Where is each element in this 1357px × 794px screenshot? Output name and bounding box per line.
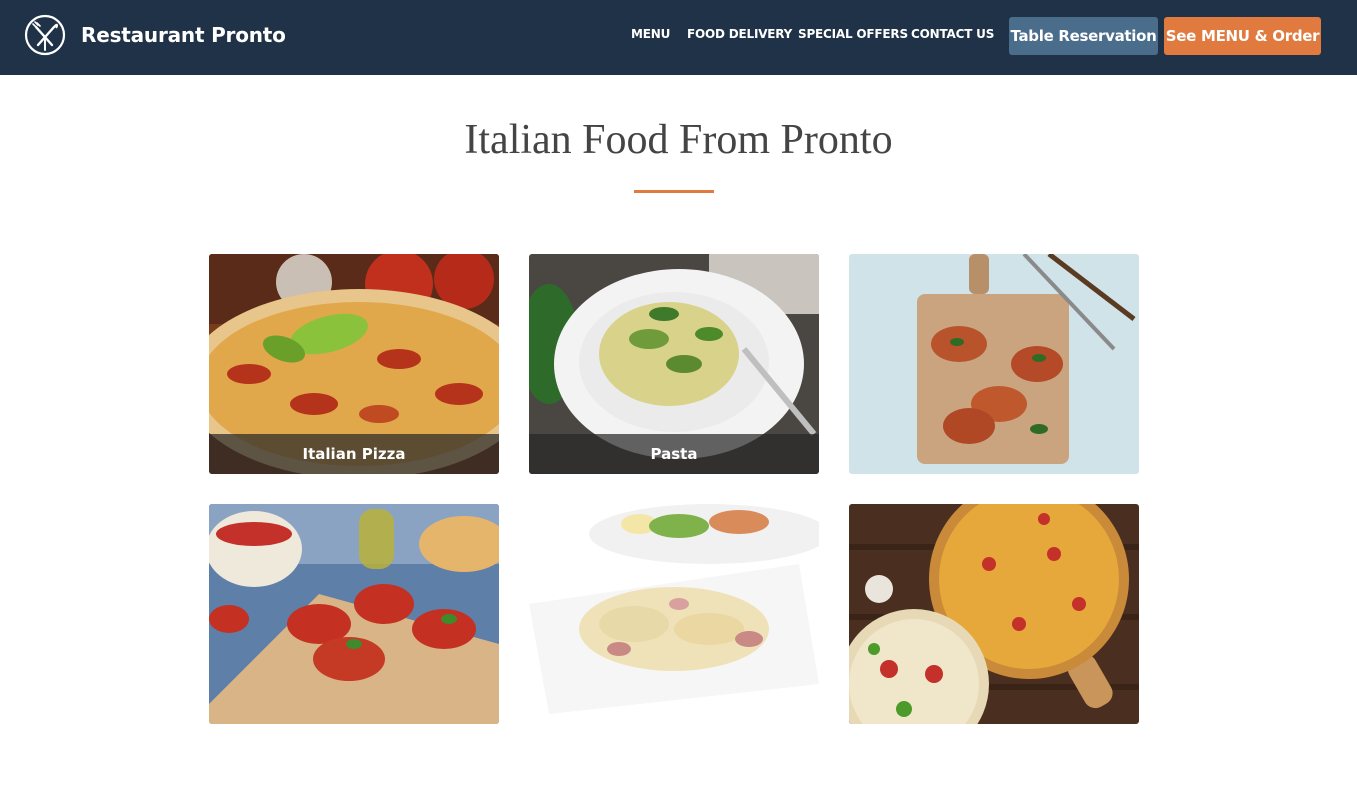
nav-special-offers[interactable]: SPECIAL OFFERS	[798, 27, 908, 41]
carbonara-photo	[529, 504, 819, 724]
tile-caption: Italian Pizza	[209, 434, 499, 474]
brand-link[interactable]: Restaurant Pronto	[24, 14, 286, 56]
nav-food-delivery[interactable]: FOOD DELIVERY	[687, 27, 792, 41]
brand-name: Restaurant Pronto	[81, 23, 286, 47]
food-tile-pizzas[interactable]	[849, 504, 1139, 724]
food-tile-bruschetta-board[interactable]	[849, 254, 1139, 474]
bruschetta-board-photo	[849, 254, 1139, 474]
see-menu-order-button[interactable]: See MENU & Order	[1164, 17, 1321, 55]
nav-contact-us[interactable]: CONTACT US	[911, 27, 994, 41]
page-title: Italian Food From Pronto	[464, 117, 893, 163]
food-tile-italian-pizza[interactable]: Italian Pizza	[209, 254, 499, 474]
food-tile-carbonara[interactable]	[529, 504, 819, 724]
nav-menu[interactable]: MENU	[631, 27, 670, 41]
top-navbar: Restaurant Pronto MENU FOOD DELIVERY SPE…	[0, 0, 1357, 75]
tomato-bruschetta-photo	[209, 504, 499, 724]
food-tile-tomato-bruschetta[interactable]	[209, 504, 499, 724]
title-divider	[634, 190, 714, 193]
pizzas-photo	[849, 504, 1139, 724]
table-reservation-button[interactable]: Table Reservation	[1009, 17, 1158, 55]
food-tile-pasta[interactable]: Pasta	[529, 254, 819, 474]
fork-and-knife-icon	[24, 14, 66, 56]
tile-caption: Pasta	[529, 434, 819, 474]
